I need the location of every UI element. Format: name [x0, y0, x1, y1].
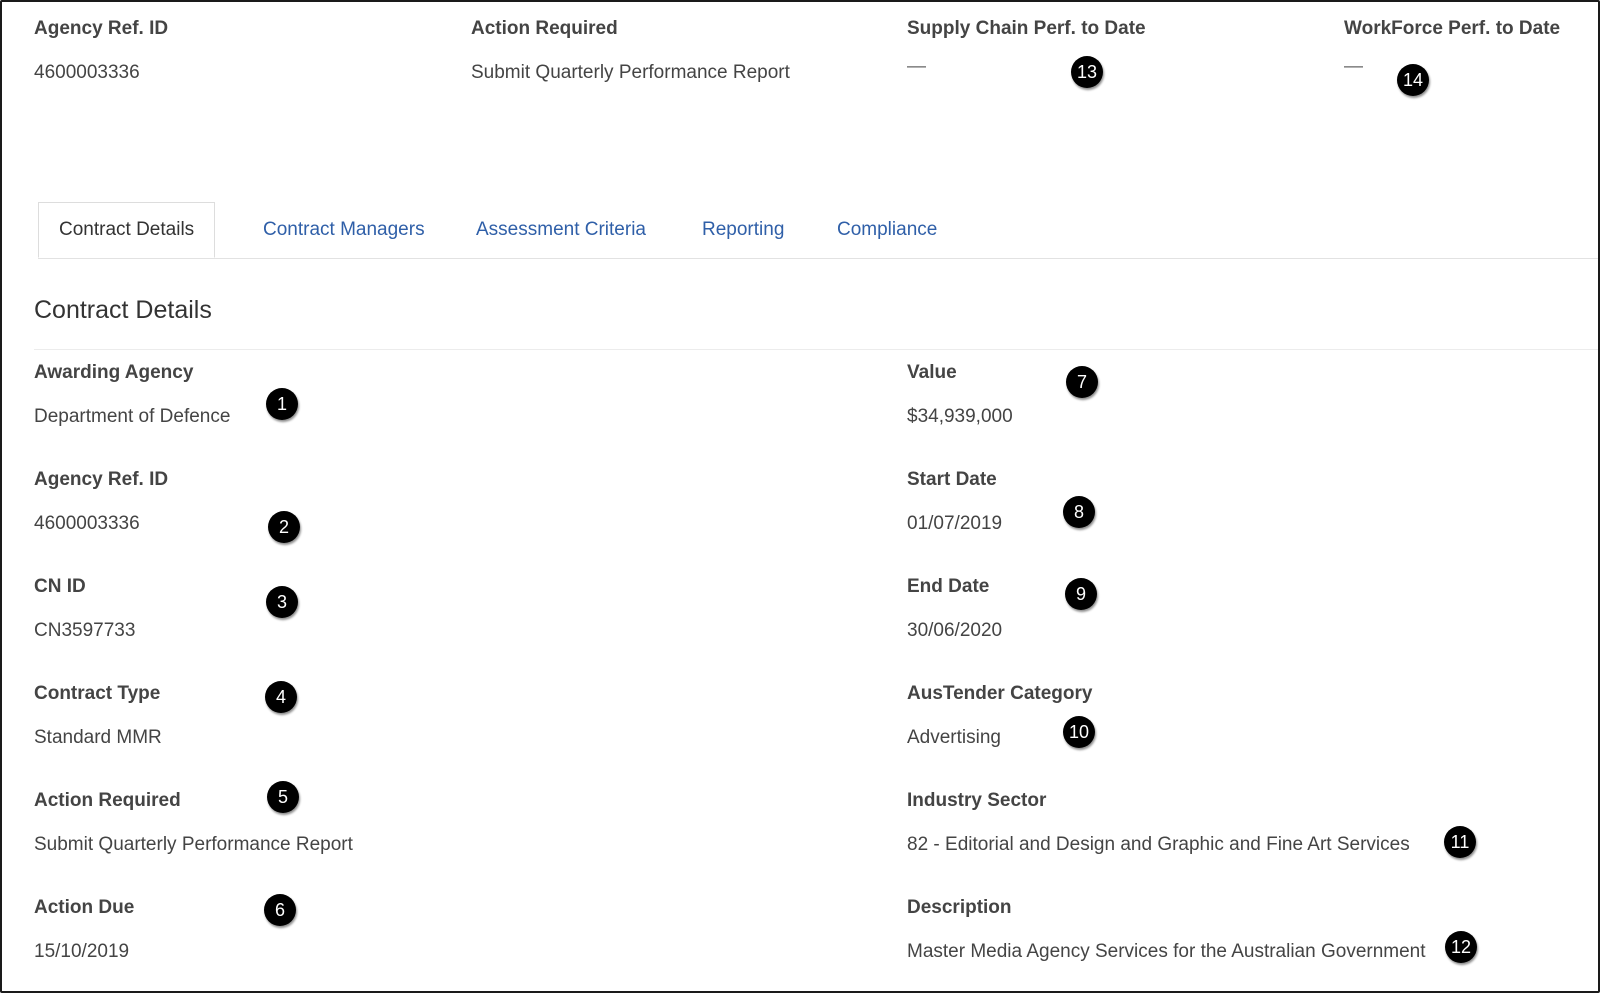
field-value: 15/10/2019 [34, 941, 130, 962]
summary-agency-ref: Agency Ref. ID 4600003336 [34, 18, 168, 84]
callout-badge-11: 11 [1444, 826, 1476, 858]
callout-badge-5: 5 [267, 781, 299, 813]
callout-badge-10: 10 [1063, 716, 1095, 748]
field-label: Industry Sector [907, 790, 1047, 811]
field-value: 4600003336 [34, 513, 140, 534]
field-label: End Date [907, 576, 990, 597]
summary-supply-chain-value: — [907, 56, 926, 77]
section-title: Contract Details [34, 296, 212, 324]
summary-action-required-label: Action Required [471, 18, 618, 39]
summary-action-required-value: Submit Quarterly Performance Report [471, 62, 790, 83]
summary-workforce-value: — [1344, 56, 1363, 77]
field-value: Master Media Agency Services for the Aus… [907, 941, 1426, 962]
callout-badge-7: 7 [1066, 366, 1098, 398]
field-label: Start Date [907, 469, 997, 490]
field-action-due: Action Due 15/10/2019 [34, 897, 134, 963]
field-value: Submit Quarterly Performance Report [34, 834, 353, 855]
callout-badge-12: 12 [1445, 931, 1477, 963]
summary-action-required: Action Required Submit Quarterly Perform… [471, 18, 790, 84]
summary-supply-chain-label: Supply Chain Perf. to Date [907, 18, 1146, 39]
tab-compliance[interactable]: Compliance [817, 202, 957, 258]
field-label: Agency Ref. ID [34, 469, 169, 490]
callout-badge-2: 2 [268, 511, 300, 543]
summary-agency-ref-value: 4600003336 [34, 62, 140, 83]
field-label: Contract Type [34, 683, 161, 704]
callout-badge-9: 9 [1065, 578, 1097, 610]
field-value: 30/06/2020 [907, 620, 1003, 641]
tab-bar: Contract Details Contract Managers Asses… [38, 202, 1598, 259]
field-value: $34,939,000 [907, 406, 1013, 427]
field-value-amount: Value $34,939,000 [907, 362, 1013, 428]
callout-badge-3: 3 [266, 586, 298, 618]
field-description: Description Master Media Agency Services… [907, 897, 1426, 963]
field-value: 01/07/2019 [907, 513, 1003, 534]
tab-contract-managers[interactable]: Contract Managers [243, 202, 445, 258]
field-end-date: End Date 30/06/2020 [907, 576, 1002, 642]
section-divider [34, 349, 1598, 350]
tab-assessment-criteria[interactable]: Assessment Criteria [456, 202, 666, 258]
field-start-date: Start Date 01/07/2019 [907, 469, 1002, 535]
field-agency-ref-id: Agency Ref. ID 4600003336 [34, 469, 168, 535]
field-industry-sector: Industry Sector 82 - Editorial and Desig… [907, 790, 1410, 856]
field-contract-type: Contract Type Standard MMR [34, 683, 162, 749]
callout-badge-13: 13 [1071, 56, 1103, 88]
summary-agency-ref-label: Agency Ref. ID [34, 18, 169, 39]
field-awarding-agency: Awarding Agency Department of Defence [34, 362, 230, 428]
tab-reporting[interactable]: Reporting [682, 202, 804, 258]
summary-workforce: WorkForce Perf. to Date — [1344, 18, 1560, 78]
summary-supply-chain: Supply Chain Perf. to Date — [907, 18, 1146, 78]
callout-badge-8: 8 [1063, 496, 1095, 528]
field-action-required: Action Required Submit Quarterly Perform… [34, 790, 353, 856]
field-value: CN3597733 [34, 620, 136, 641]
field-label: Description [907, 897, 1012, 918]
field-label: CN ID [34, 576, 86, 597]
field-label: Value [907, 362, 957, 383]
field-value: Standard MMR [34, 727, 162, 748]
field-value: Department of Defence [34, 406, 231, 427]
callout-badge-14: 14 [1397, 64, 1429, 96]
field-cn-id: CN ID CN3597733 [34, 576, 135, 642]
callout-badge-4: 4 [265, 681, 297, 713]
field-label: AusTender Category [907, 683, 1093, 704]
tab-contract-details[interactable]: Contract Details [38, 202, 216, 258]
field-label: Action Required [34, 790, 181, 811]
callout-badge-1: 1 [266, 388, 298, 420]
field-label: Awarding Agency [34, 362, 194, 383]
summary-workforce-label: WorkForce Perf. to Date [1344, 18, 1561, 39]
field-label: Action Due [34, 897, 135, 918]
callout-badge-6: 6 [264, 894, 296, 926]
field-value: 82 - Editorial and Design and Graphic an… [907, 834, 1410, 855]
